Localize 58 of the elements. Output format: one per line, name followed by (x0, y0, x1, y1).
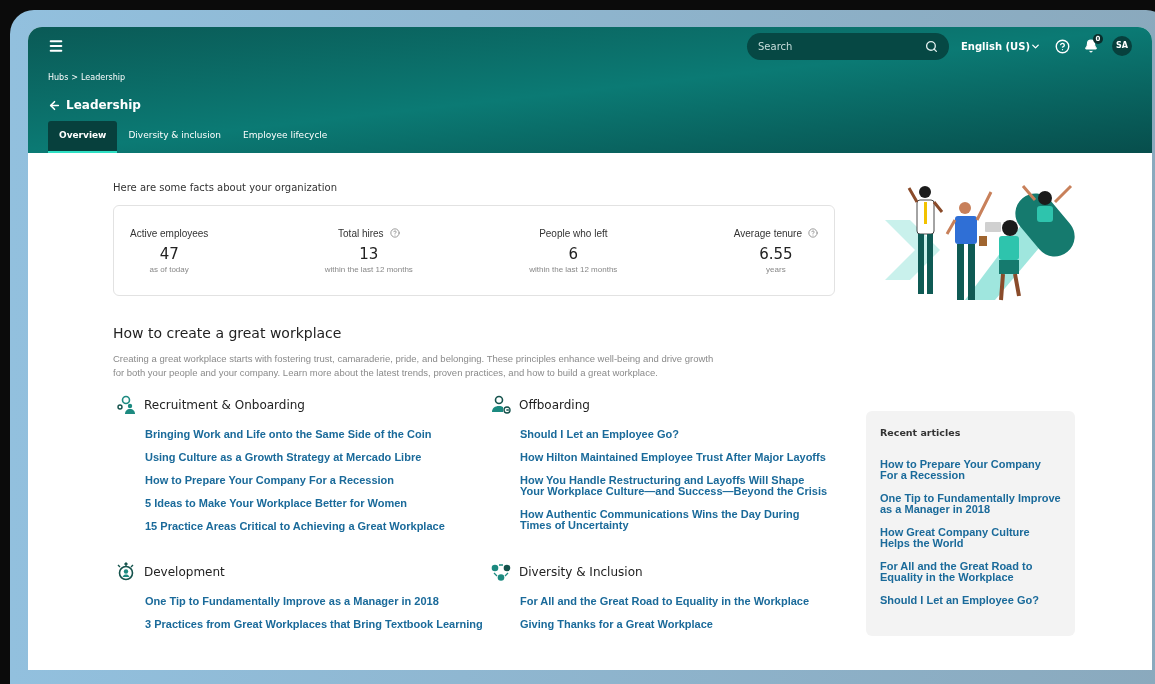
breadcrumb-separator: > (71, 72, 79, 84)
stat-note: within the last 12 months (324, 263, 413, 276)
help-icon[interactable] (1055, 38, 1070, 54)
breadcrumb-link[interactable]: Leadership (81, 72, 125, 84)
tab[interactable]: Diversity & inclusion (117, 121, 232, 153)
article-link[interactable]: How You Handle Restructuring and Layoffs Will Shape Your Workplace Culture—and Success—Beyond the Crisis (520, 475, 831, 497)
breadcrumb-link[interactable]: Hubs (48, 72, 69, 84)
section-heading: How to create a great workplace (113, 324, 343, 343)
article-link[interactable]: 5 Ideas to Make Your Workplace Better for Women (145, 498, 487, 509)
menu-icon[interactable] (48, 38, 64, 54)
notification-bell-icon[interactable] (1084, 39, 1098, 53)
article-link[interactable]: How Authentic Communications Wins the Day During Times of Uncertainty (520, 509, 831, 531)
article-link[interactable]: How Hilton Maintained Employee Trust After Major Layoffs (520, 452, 831, 463)
stat-note: years (766, 263, 786, 276)
article-link[interactable]: Should I Let an Employee Go? (520, 429, 831, 440)
user-avatar[interactable]: SA (1112, 36, 1132, 56)
article-link[interactable]: 15 Practice Areas Critical to Achieving a Great Workplace (145, 521, 487, 532)
article-link[interactable]: How to Prepare Your Company For a Recession (145, 475, 487, 486)
article-link[interactable]: How to Prepare Your Company For a Recession (880, 459, 1061, 482)
section-description: Creating a great workplace starts with fostering trust, camaraderie, pride, and belonging. These principles enhance well-being and drive growth for both your people and your company. Learn more about the latest trends, proven practices, and how to build a great workplace. (113, 352, 715, 379)
search-bar[interactable]: Search (747, 32, 949, 60)
article-link[interactable]: One Tip to Fundamentally Improve as a Manager in 2018 (145, 596, 487, 607)
article-link[interactable]: One Tip to Fundamentally Improve as a Manager in 2018 (880, 493, 1061, 516)
article-link[interactable]: Should I Let an Employee Go? (880, 595, 1061, 607)
category-title: Recruitment & Onboarding (144, 397, 305, 414)
stat-note: as of today (149, 263, 189, 276)
stat-value: 6.55 (759, 243, 793, 264)
tab[interactable]: Employee lifecycle (232, 121, 339, 153)
search-icon[interactable] (925, 39, 938, 53)
language-dropdown[interactable]: English (US) (961, 38, 1041, 54)
stat-label: People who left (539, 226, 608, 241)
article-link[interactable]: Using Culture as a Growth Strategy at Mercado Libre (145, 452, 487, 463)
article-link[interactable]: For All and the Great Road to Equality in the Workplace (520, 596, 831, 607)
article-link[interactable]: Giving Thanks for a Great Workplace (520, 619, 831, 630)
people-network-icon (491, 562, 511, 582)
page-title: Leadership (66, 97, 141, 114)
category-title: Diversity & Inclusion (519, 564, 643, 581)
category-title: Offboarding (519, 397, 590, 414)
people-gear-icon (116, 395, 136, 415)
article-link[interactable]: 3 Practices from Great Workplaces that Bring Textbook Learning (145, 619, 487, 630)
tab[interactable]: Overview (48, 121, 118, 153)
search-field[interactable]: Search (758, 38, 925, 54)
stat-value: 47 (159, 243, 179, 264)
stat-label: Active employees (130, 226, 209, 241)
article-link[interactable]: Bringing Work and Life onto the Same Side of the Coin (145, 429, 487, 440)
panel-title: Recent articles (880, 426, 962, 440)
stat-note: within the last 12 months (529, 263, 618, 276)
article-link[interactable]: For All and the Great Road to Equality in the Workplace (880, 561, 1061, 584)
article-link[interactable]: How Great Company Culture Helps the World (880, 527, 1061, 550)
facts-intro: Here are some facts about your organization (113, 181, 338, 195)
stat-value: 13 (359, 243, 379, 264)
stat-label: Average tenure (733, 226, 802, 241)
person-exit-icon (491, 395, 511, 415)
stat-value: 6 (568, 243, 579, 264)
person-growth-icon (116, 562, 136, 582)
stat-label: Total hires (338, 226, 384, 241)
category-title: Development (144, 564, 225, 581)
back-arrow-icon[interactable] (48, 98, 61, 112)
